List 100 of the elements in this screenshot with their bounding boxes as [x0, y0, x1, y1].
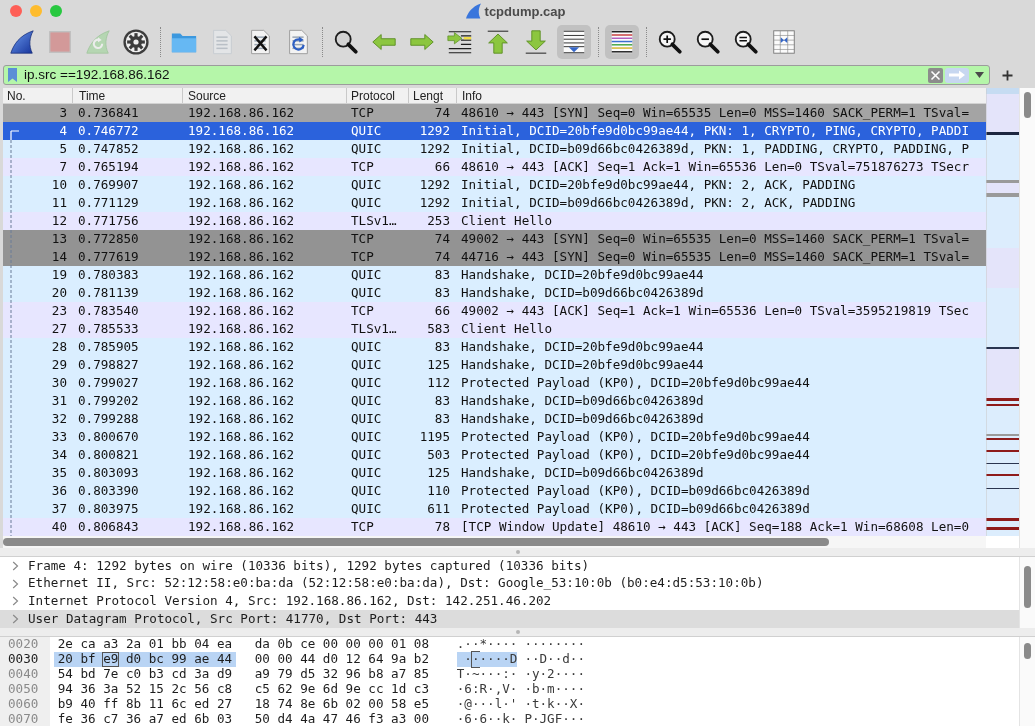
hex-byte[interactable]: b8	[364, 667, 388, 682]
hex-byte[interactable]: 64	[364, 652, 388, 667]
hex-byte[interactable]: 58	[387, 697, 410, 712]
chevron-right-icon[interactable]	[12, 614, 19, 625]
display-filter-field[interactable]: ip.src ==192.168.86.162	[3, 65, 990, 85]
hex-byte[interactable]: 3a	[99, 682, 123, 697]
hex-byte[interactable]: 44	[296, 652, 320, 667]
hex-byte[interactable]: 2c	[167, 682, 191, 697]
chevron-right-icon[interactable]	[12, 578, 19, 589]
splitter-handle[interactable]	[515, 630, 520, 634]
window-close-button[interactable]	[10, 5, 22, 17]
column-header[interactable]: Lengt	[408, 88, 456, 103]
hex-byte[interactable]: 6b	[319, 697, 342, 712]
bookmark-icon[interactable]	[8, 68, 17, 82]
hex-byte[interactable]: 11	[144, 697, 168, 712]
apply-filter-button[interactable]	[945, 67, 969, 83]
packet-row[interactable]: 37 0.803975 192.168.86.162 QUIC 611 Protected Payload (KP0), DCID=b09d66bc0426389d	[3, 500, 986, 518]
chevron-right-icon[interactable]	[12, 596, 19, 607]
splitter-handle[interactable]	[515, 550, 520, 554]
colorize-button[interactable]	[605, 25, 639, 59]
hex-byte[interactable]: 85	[410, 667, 433, 682]
hex-byte[interactable]: 15	[144, 682, 168, 697]
hex-byte[interactable]: cc	[364, 682, 388, 697]
hex-byte[interactable]: 44	[213, 652, 236, 667]
filter-history-button[interactable]	[975, 72, 984, 78]
hex-byte[interactable]: 12	[341, 652, 365, 667]
hex-byte[interactable]: 46	[341, 712, 365, 726]
hex-byte[interactable]: a3	[387, 712, 410, 726]
hex-byte[interactable]: b3	[144, 667, 168, 682]
hex-byte[interactable]: c7	[99, 712, 123, 726]
hex-byte[interactable]: bf	[76, 652, 100, 667]
hex-byte[interactable]: 20	[54, 652, 77, 667]
tree-row[interactable]: User Datagram Protocol, Src Port: 41770, Dst Port: 443	[0, 610, 1019, 628]
hex-byte[interactable]: bd	[76, 667, 100, 682]
add-filter-button[interactable]	[1002, 69, 1013, 81]
hex-byte[interactable]: d5	[296, 667, 320, 682]
hex-byte[interactable]: 7e	[99, 667, 123, 682]
hex-byte[interactable]: 6b	[190, 712, 214, 726]
hex-byte[interactable]: c3	[410, 682, 433, 697]
hex-byte[interactable]: a9	[250, 667, 274, 682]
hex-byte[interactable]: da	[250, 637, 274, 652]
hex-byte[interactable]: bc	[144, 652, 168, 667]
hex-byte[interactable]: 18	[250, 697, 274, 712]
hex-byte[interactable]: 9a	[387, 652, 410, 667]
packet-row[interactable]: 34 0.800821 192.168.86.162 QUIC 503 Protected Payload (KP0), DCID=20bfe9d0bc99ae44	[3, 446, 986, 464]
hex-byte[interactable]: fe	[54, 712, 77, 726]
hex-byte[interactable]: d0	[319, 652, 342, 667]
packet-row[interactable]: 27 0.785533 192.168.86.162 TLSv1… 583 Client Hello	[3, 320, 986, 338]
hex-byte[interactable]: a3	[99, 637, 123, 652]
hex-byte[interactable]: 00	[250, 652, 274, 667]
hex-byte[interactable]: 6c	[167, 697, 191, 712]
hex-byte[interactable]: 54	[54, 667, 77, 682]
hex-byte[interactable]: 01	[387, 637, 410, 652]
hex-byte[interactable]: ed	[167, 712, 191, 726]
column-header[interactable]: Source	[182, 88, 346, 103]
hex-byte[interactable]: a7	[144, 712, 168, 726]
hex-byte[interactable]: 47	[319, 712, 342, 726]
hex-byte[interactable]: 00	[364, 697, 388, 712]
hex-byte[interactable]: c8	[213, 682, 236, 697]
hex-byte[interactable]: 36	[122, 712, 145, 726]
hex-byte[interactable]: bb	[167, 637, 191, 652]
hex-byte[interactable]: 4a	[296, 712, 320, 726]
hex-byte[interactable]: 00	[319, 637, 342, 652]
hex-byte[interactable]: b2	[410, 652, 433, 667]
hex-byte[interactable]: f3	[364, 712, 388, 726]
packet-row[interactable]: 30 0.799027 192.168.86.162 QUIC 112 Protected Payload (KP0), DCID=20bfe9d0bc99ae44	[3, 374, 986, 392]
hex-byte[interactable]: a7	[387, 667, 410, 682]
hex-byte[interactable]: 02	[341, 697, 365, 712]
hex-byte[interactable]: 8b	[122, 697, 145, 712]
hex-byte[interactable]: 96	[341, 667, 365, 682]
hex-byte[interactable]: ce	[296, 637, 320, 652]
hex-byte[interactable]: b9	[54, 697, 77, 712]
scrollbar-thumb[interactable]	[1024, 92, 1031, 118]
hex-byte[interactable]: e9	[99, 652, 123, 667]
hex-byte[interactable]: 99	[167, 652, 191, 667]
packet-map[interactable]	[986, 88, 1019, 536]
scrollbar-thumb[interactable]	[3, 538, 829, 546]
packet-row[interactable]: 23 0.783540 192.168.86.162 TCP 66 49002 → 443 [ACK] Seq=1 Ack=1 Win=65536 Len=0 TSval=3595219819 TSec	[3, 302, 986, 320]
column-header[interactable]: Info	[456, 88, 986, 103]
auto-scroll-button[interactable]	[557, 25, 591, 59]
hex-byte[interactable]: 36	[76, 712, 100, 726]
packet-row[interactable]: 19 0.780383 192.168.86.162 QUIC 83 Handshake, DCID=20bfe9d0bc99ae44	[3, 266, 986, 284]
hex-byte[interactable]: 94	[54, 682, 77, 697]
packet-row[interactable]: 10 0.769907 192.168.86.162 QUIC 1292 Initial, DCID=20bfe9d0bc99ae44, PKN: 2, ACK, PADDING	[3, 176, 986, 194]
hex-byte[interactable]: 6d	[319, 682, 342, 697]
hex-byte[interactable]: ff	[99, 697, 123, 712]
hex-byte[interactable]: 03	[213, 712, 236, 726]
hex-byte[interactable]: e5	[410, 697, 433, 712]
chevron-right-icon[interactable]	[12, 560, 19, 571]
packet-row[interactable]: 35 0.803093 192.168.86.162 QUIC 125 Handshake, DCID=b09d66bc0426389d	[3, 464, 986, 482]
hex-byte[interactable]: 0b	[273, 637, 297, 652]
hex-byte[interactable]: 50	[250, 712, 274, 726]
hex-byte[interactable]: d9	[213, 667, 236, 682]
packet-row[interactable]: 4 0.746772 192.168.86.162 QUIC 1292 Initial, DCID=20bfe9d0bc99ae44, PKN: 1, CRYPTO, PING, CRYPTO, PADDI	[3, 122, 986, 140]
hex-byte[interactable]: 04	[190, 637, 214, 652]
packet-row[interactable]: 11 0.771129 192.168.86.162 QUIC 1292 Initial, DCID=b09d66bc0426389d, PKN: 2, ACK, PADDING	[3, 194, 986, 212]
hex-byte[interactable]: ae	[190, 652, 214, 667]
packet-row[interactable]: 31 0.799202 192.168.86.162 QUIC 83 Handshake, DCID=b09d66bc0426389d	[3, 392, 986, 410]
hex-byte[interactable]: 2e	[54, 637, 77, 652]
hex-byte[interactable]: ca	[76, 637, 100, 652]
